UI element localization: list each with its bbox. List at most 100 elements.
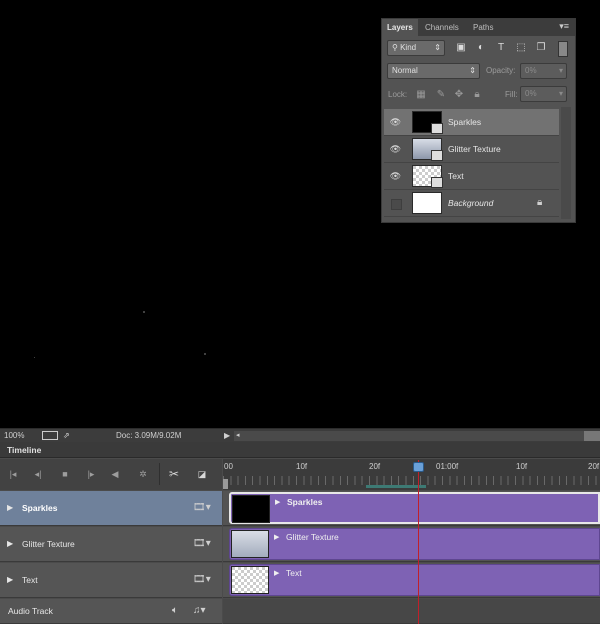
- track-lane-audio: [223, 599, 600, 624]
- filter-shape-icon[interactable]: ⬚: [514, 41, 528, 55]
- expand-triangle-icon[interactable]: ▶: [275, 498, 280, 506]
- stop-icon[interactable]: ■: [58, 467, 72, 481]
- next-frame-icon[interactable]: |▸: [84, 467, 98, 481]
- timeline-title-bar: Timeline: [0, 442, 600, 458]
- work-area-start-handle[interactable]: [223, 479, 228, 489]
- status-menu-arrow-icon[interactable]: ▶: [224, 429, 230, 442]
- track-header-sparkles[interactable]: ▶ Sparkles 🎞︎▾: [0, 491, 222, 526]
- track-header-glitter-texture[interactable]: ▶ Glitter Texture 🎞︎▾: [0, 527, 222, 562]
- eye-icon[interactable]: 👁︎: [389, 116, 402, 128]
- expand-triangle-icon[interactable]: ▶: [7, 539, 13, 548]
- smart-object-badge-icon: [431, 123, 443, 134]
- fill-field[interactable]: 0% ▾: [520, 86, 567, 102]
- go-to-first-frame-icon[interactable]: |◂: [6, 467, 20, 481]
- divider: [159, 463, 160, 485]
- sparkle-dot: [34, 357, 35, 358]
- opacity-label: Opacity:: [486, 66, 516, 75]
- filter-pixel-icon[interactable]: ▣: [454, 41, 468, 55]
- horizontal-scrollbar[interactable]: ◂: [234, 431, 600, 441]
- timeline-panel: Timeline |◂ ◂| ■ |▸ ◀ ✲ ✂ ◪ 00 10f 20f 0…: [0, 442, 600, 624]
- layer-name: Text: [448, 171, 464, 181]
- film-strip-icon[interactable]: 🎞︎▾: [193, 538, 211, 549]
- filter-type-icon[interactable]: T: [494, 41, 508, 55]
- opacity-field[interactable]: 0% ▾: [520, 63, 567, 79]
- lock-icon: 🔒︎: [537, 197, 543, 208]
- film-strip-icon[interactable]: 🎞︎▾: [193, 502, 211, 513]
- expand-triangle-icon[interactable]: ▶: [7, 575, 13, 584]
- lock-all-icon[interactable]: 🔒︎: [470, 88, 484, 102]
- proof-icon[interactable]: [42, 431, 58, 440]
- filter-kind-select[interactable]: ⚲ Kind ⇕: [387, 40, 445, 56]
- scroll-left-icon[interactable]: ◂: [236, 429, 240, 442]
- layer-row-text[interactable]: 👁︎ Text: [384, 163, 559, 190]
- layer-row-sparkles[interactable]: 👁︎ Sparkles: [384, 109, 559, 136]
- previous-frame-icon[interactable]: ◂|: [31, 467, 45, 481]
- clip-name: Glitter Texture: [286, 532, 339, 542]
- track-lane-glitter-texture: ▶ Glitter Texture: [223, 527, 600, 562]
- clip-sparkles[interactable]: ▶ Sparkles: [229, 492, 600, 524]
- film-strip-icon[interactable]: 🎞︎▾: [193, 574, 211, 585]
- lock-position-icon[interactable]: ✥: [452, 88, 466, 102]
- scissors-icon[interactable]: ✂: [167, 467, 181, 481]
- filter-smart-object-icon[interactable]: ❐: [534, 41, 548, 55]
- sparkle-dot: [204, 353, 206, 355]
- clip-thumbnail: [231, 530, 269, 558]
- playback-settings-gear-icon[interactable]: ✲: [136, 467, 150, 481]
- fill-value: 0%: [525, 89, 537, 98]
- transition-icon[interactable]: ◪: [195, 467, 209, 481]
- ruler-ticks: [223, 476, 600, 485]
- tab-channels[interactable]: Channels: [420, 19, 464, 36]
- track-name: Audio Track: [8, 606, 53, 616]
- panel-tab-bar: Layers Channels Paths ▾≡: [382, 19, 575, 36]
- tab-layers[interactable]: Layers: [382, 19, 418, 36]
- zoom-level[interactable]: 100%: [4, 429, 24, 442]
- ruler-label: 10f: [296, 462, 308, 471]
- layer-row-glitter-texture[interactable]: 👁︎ Glitter Texture: [384, 136, 559, 163]
- track-lane-sparkles: ▶ Sparkles: [223, 491, 600, 526]
- track-name: Text: [22, 575, 38, 585]
- expand-triangle-icon[interactable]: ▶: [7, 503, 13, 512]
- filter-adjustment-icon[interactable]: ◐: [474, 41, 488, 55]
- layer-row-background[interactable]: Background 🔒︎: [384, 190, 559, 217]
- timeline-title[interactable]: Timeline: [7, 442, 41, 458]
- search-icon: ⚲: [392, 43, 401, 52]
- sparkle-dot: [143, 311, 145, 313]
- filter-toggle-switch[interactable]: [558, 41, 568, 57]
- status-bar: 100% ⇗ Doc: 3.09M/9.02M ▶ ◂: [0, 428, 600, 442]
- clip-thumbnail: [232, 495, 270, 523]
- scroll-thumb[interactable]: [584, 431, 600, 441]
- ruler-label: 20f: [369, 462, 381, 471]
- smart-object-badge-icon: [431, 177, 443, 188]
- playhead-line[interactable]: [418, 460, 419, 624]
- clip-thumbnail: [231, 566, 269, 594]
- work-area-bar[interactable]: [366, 485, 426, 488]
- eye-icon[interactable]: 👁︎: [389, 170, 402, 182]
- export-icon[interactable]: ⇗: [63, 429, 70, 442]
- fill-label: Fill:: [505, 90, 518, 99]
- chevron-updown-icon: ⇕: [469, 66, 476, 75]
- audio-mute-icon[interactable]: ◀: [108, 467, 122, 481]
- clip-glitter-texture[interactable]: ▶ Glitter Texture: [229, 528, 600, 560]
- lock-image-brush-icon[interactable]: ✎: [434, 88, 448, 102]
- lock-label: Lock:: [388, 90, 408, 99]
- blend-mode-select[interactable]: Normal ⇕: [387, 63, 480, 79]
- ruler-label: 01:00f: [436, 462, 459, 471]
- lock-transparent-icon[interactable]: ▦: [414, 88, 428, 102]
- eye-hidden-icon[interactable]: [391, 199, 402, 210]
- ruler-label: 20f: [588, 462, 600, 471]
- clip-text[interactable]: ▶ Text: [229, 564, 600, 596]
- music-note-icon[interactable]: ♫▾: [193, 605, 206, 616]
- playhead-handle[interactable]: [413, 462, 424, 472]
- expand-triangle-icon[interactable]: ▶: [274, 533, 279, 541]
- track-header-text[interactable]: ▶ Text 🎞︎▾: [0, 563, 222, 598]
- panel-menu-icon[interactable]: ▾≡: [559, 21, 569, 32]
- playback-controls: |◂ ◂| ■ |▸ ◀ ✲ ✂ ◪: [0, 459, 222, 490]
- eye-icon[interactable]: 👁︎: [389, 143, 402, 155]
- speaker-icon[interactable]: 🔈︎: [172, 605, 178, 616]
- layer-name: Glitter Texture: [448, 144, 501, 154]
- layers-scrollbar[interactable]: [561, 107, 571, 219]
- expand-triangle-icon[interactable]: ▶: [274, 569, 279, 577]
- track-name: Sparkles: [22, 503, 58, 513]
- track-header-audio[interactable]: Audio Track 🔈︎ ♫▾: [0, 599, 222, 624]
- tab-paths[interactable]: Paths: [468, 19, 498, 36]
